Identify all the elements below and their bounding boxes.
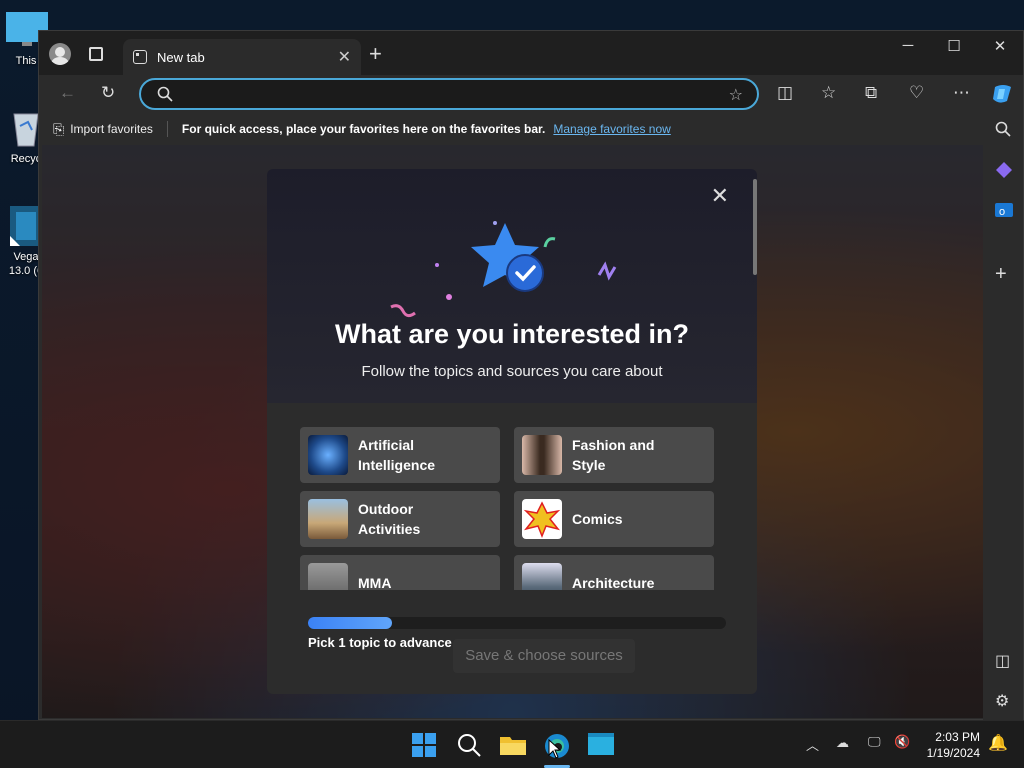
confetti-icon bbox=[390, 221, 617, 318]
browser-essentials-icon[interactable]: ♡ bbox=[909, 83, 924, 103]
taskbar: ︿ ☁ 🖵 🔇 2:03 PM 1/19/2024 🔔 bbox=[0, 720, 1024, 768]
edge-sidebar: o + ◫ ⚙ bbox=[983, 113, 1023, 721]
window-controls: ─ ☐ ✕ bbox=[885, 37, 1023, 55]
import-favorites-label: Import favorites bbox=[70, 122, 153, 136]
show-hidden-icons-chevron-icon[interactable]: ︿ bbox=[806, 735, 819, 754]
favorites-hint: For quick access, place your favorites h… bbox=[181, 122, 546, 136]
back-icon[interactable]: ← bbox=[59, 83, 76, 103]
close-window-button[interactable]: ✕ bbox=[977, 37, 1023, 55]
volume-muted-icon[interactable]: 🔇 bbox=[894, 734, 910, 750]
dialog-header: ✕ What are you interested in? Follow the… bbox=[267, 169, 757, 403]
settings-gear-icon[interactable]: ⚙ bbox=[995, 691, 1009, 711]
taskbar-search-icon[interactable] bbox=[457, 733, 481, 763]
comics-thumbnail bbox=[522, 499, 562, 539]
fashion-thumbnail bbox=[522, 435, 562, 475]
topic-card-outdoor-activities[interactable]: Outdoor Activities bbox=[300, 491, 500, 547]
file-explorer-icon[interactable] bbox=[500, 733, 526, 761]
topic-label: Outdoor bbox=[358, 501, 414, 517]
close-icon[interactable]: ✕ bbox=[711, 183, 729, 209]
new-tab-favicon-icon bbox=[133, 50, 147, 64]
outdoor-thumbnail bbox=[308, 499, 348, 539]
import-favorites-button[interactable]: ⎘ Import favorites bbox=[53, 121, 153, 138]
search-icon bbox=[157, 86, 173, 106]
tab-title: New tab bbox=[157, 49, 205, 65]
minimize-button[interactable]: ─ bbox=[885, 37, 931, 55]
topic-card-artificial-intelligence[interactable]: Artificial Intelligence bbox=[300, 427, 500, 483]
hide-sidebar-icon[interactable]: ◫ bbox=[995, 651, 1010, 671]
topic-label: Intelligence bbox=[358, 457, 436, 473]
more-options-icon[interactable]: ⋯ bbox=[953, 83, 970, 103]
favorites-bar: ⎘ Import favorites For quick access, pla… bbox=[39, 113, 1023, 145]
notification-bell-icon[interactable]: 🔔 bbox=[988, 733, 1008, 753]
mouse-cursor-icon bbox=[548, 738, 562, 764]
topic-card-comics[interactable]: Comics bbox=[514, 491, 714, 547]
start-windows-icon[interactable] bbox=[412, 733, 436, 763]
favorites-icon[interactable]: ☆ bbox=[821, 83, 836, 103]
dialog-title: What are you interested in? bbox=[334, 319, 690, 349]
divider bbox=[166, 121, 168, 137]
network-icon[interactable]: 🖵 bbox=[868, 734, 881, 750]
outlook-icon[interactable]: o bbox=[995, 201, 1013, 224]
topic-card-fashion-and-style[interactable]: Fashion and Style bbox=[514, 427, 714, 483]
interests-dialog: ✕ What are you interested in? Follow the… bbox=[267, 169, 757, 694]
refresh-icon[interactable]: ↻ bbox=[101, 83, 115, 103]
save-and-choose-sources-button[interactable]: Save & choose sources bbox=[453, 639, 635, 673]
topic-label: Comics bbox=[572, 511, 623, 527]
onedrive-cloud-icon[interactable]: ☁ bbox=[836, 735, 849, 751]
favorite-star-icon[interactable]: ☆ bbox=[729, 85, 743, 105]
ai-thumbnail bbox=[308, 435, 348, 475]
progress-label: Pick 1 topic to advance bbox=[308, 635, 452, 650]
topic-label: Artificial bbox=[358, 437, 415, 453]
clock-time: 2:03 PM bbox=[935, 730, 980, 744]
browser-window: New tab ✕ + ─ ☐ ✕ ← ↻ ☆ ◫ ☆ ⧉ ♡ ⋯ ⎘ Impo… bbox=[38, 30, 1024, 721]
maximize-button[interactable]: ☐ bbox=[931, 37, 977, 55]
tab-new-tab[interactable]: New tab ✕ bbox=[123, 39, 361, 75]
split-screen-icon[interactable]: ◫ bbox=[777, 83, 793, 103]
topic-label: Fashion and bbox=[572, 437, 655, 453]
toolbar: ← ↻ ☆ ◫ ☆ ⧉ ♡ ⋯ bbox=[39, 75, 1023, 113]
collections-icon[interactable]: ⧉ bbox=[865, 83, 877, 103]
add-sidebar-icon[interactable]: + bbox=[995, 263, 1007, 286]
topic-label: MMA bbox=[358, 575, 392, 590]
taskbar-clock[interactable]: 2:03 PM 1/19/2024 bbox=[927, 729, 980, 761]
title-bar: New tab ✕ + ─ ☐ ✕ bbox=[39, 31, 1023, 75]
address-bar[interactable]: ☆ bbox=[139, 78, 759, 110]
copilot-sidebar-icon[interactable] bbox=[995, 161, 1013, 184]
topic-label: Activities bbox=[358, 521, 421, 537]
topics-grid: Artificial Intelligence Fashion and Style … bbox=[300, 427, 720, 590]
search-icon[interactable] bbox=[995, 121, 1011, 142]
profile-avatar-icon[interactable] bbox=[49, 43, 71, 65]
topic-card-architecture[interactable]: Architecture bbox=[514, 555, 714, 590]
new-tab-button[interactable]: + bbox=[369, 41, 382, 67]
dialog-subtitle: Follow the topics and sources you care a… bbox=[361, 363, 663, 380]
topic-label: Architecture bbox=[572, 575, 655, 590]
copilot-icon[interactable] bbox=[991, 83, 1015, 110]
topic-label: Style bbox=[572, 457, 606, 473]
progress-bar-fill bbox=[308, 617, 392, 629]
app-window-icon[interactable] bbox=[588, 733, 614, 763]
mma-thumbnail bbox=[308, 563, 348, 590]
architecture-thumbnail bbox=[522, 563, 562, 590]
tab-close-icon[interactable]: ✕ bbox=[338, 47, 351, 67]
topic-card-mma[interactable]: MMA bbox=[300, 555, 500, 590]
dialog-scrollbar[interactable] bbox=[753, 179, 757, 275]
clock-date: 1/19/2024 bbox=[926, 746, 980, 760]
svg-text:o: o bbox=[999, 206, 1005, 218]
progress-bar bbox=[308, 617, 726, 629]
tab-actions-icon[interactable] bbox=[89, 47, 103, 61]
import-icon: ⎘ bbox=[53, 120, 65, 137]
manage-favorites-link[interactable]: Manage favorites now bbox=[553, 122, 670, 136]
